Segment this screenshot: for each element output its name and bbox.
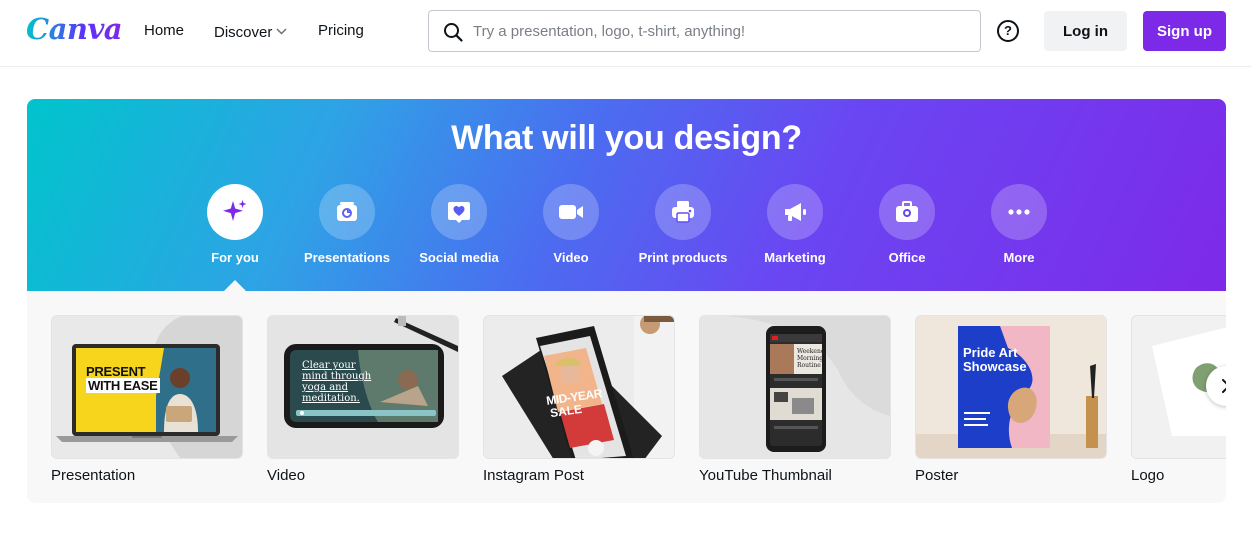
category-icon-circle bbox=[207, 184, 263, 240]
nav-pricing[interactable]: Pricing bbox=[318, 22, 364, 39]
design-card-poster[interactable]: Pride Art Showcase Poster bbox=[915, 315, 1107, 484]
briefcase-icon bbox=[896, 201, 918, 222]
design-card-label: Presentation bbox=[51, 467, 136, 484]
chevron-down-icon bbox=[276, 22, 287, 39]
design-card-label: Logo bbox=[1131, 467, 1165, 484]
category-video[interactable]: Video bbox=[515, 184, 627, 265]
design-card-video[interactable]: Clear your mind through yoga and meditat… bbox=[267, 315, 459, 484]
design-card-label: Poster bbox=[915, 467, 959, 484]
category-label: Presentations bbox=[304, 250, 390, 265]
sparkle-icon bbox=[223, 200, 247, 221]
category-label: For you bbox=[211, 250, 259, 265]
category-icon-circle bbox=[991, 184, 1047, 240]
printer-icon bbox=[672, 201, 694, 223]
category-office[interactable]: Office bbox=[851, 184, 963, 265]
category-icon-circle bbox=[319, 184, 375, 240]
design-thumbnail: Weekend Morning Routine bbox=[699, 315, 891, 459]
category-label: Office bbox=[888, 250, 926, 265]
thumb-text: mind through bbox=[302, 371, 372, 382]
thumb-text: Showcase bbox=[963, 359, 1027, 374]
design-thumbnail: Clear your mind through yoga and meditat… bbox=[267, 315, 459, 459]
category-for-you[interactable]: For you bbox=[179, 184, 291, 265]
category-marketing[interactable]: Marketing bbox=[739, 184, 851, 265]
canva-logo[interactable]: Canva bbox=[26, 12, 123, 46]
search-icon bbox=[444, 23, 463, 42]
thumb-text: Clear your bbox=[302, 360, 356, 371]
heart-chat-icon bbox=[448, 202, 470, 223]
category-social-media[interactable]: Social media bbox=[403, 184, 515, 265]
design-card-instagram-post[interactable]: MID-YEAR SALE Instagram Post bbox=[483, 315, 675, 484]
nav-home[interactable]: Home bbox=[144, 22, 184, 39]
hero-banner: What will you design? For you Presentati… bbox=[27, 99, 1226, 291]
nav-discover-label: Discover bbox=[214, 24, 273, 41]
thumb-text: WITH EASE bbox=[86, 378, 160, 393]
category-label: Social media bbox=[419, 250, 499, 265]
thumb-text: yoga and bbox=[302, 382, 349, 393]
video-camera-icon bbox=[559, 205, 583, 219]
category-icon-circle bbox=[655, 184, 711, 240]
category-print-products[interactable]: Print products bbox=[627, 184, 739, 265]
login-button[interactable]: Log in bbox=[1044, 11, 1127, 51]
design-type-carousel: PRESENT WITH EASE Presentation Clear you… bbox=[27, 291, 1226, 503]
category-label: More bbox=[1003, 250, 1035, 265]
design-thumbnail: PRESENT WITH EASE bbox=[51, 315, 243, 459]
megaphone-icon bbox=[785, 203, 806, 221]
chevron-right-icon bbox=[1222, 379, 1226, 393]
design-thumbnail: Pride Art Showcase bbox=[915, 315, 1107, 459]
hero-title: What will you design? bbox=[451, 119, 802, 157]
more-dots-icon bbox=[1008, 209, 1030, 215]
category-more[interactable]: More bbox=[963, 184, 1075, 265]
category-label: Video bbox=[553, 250, 589, 265]
category-icon-circle bbox=[767, 184, 823, 240]
active-category-indicator bbox=[224, 280, 246, 291]
thumb-text: Routine bbox=[797, 362, 821, 369]
thumb-text: meditation. bbox=[302, 393, 360, 404]
category-icon-circle bbox=[431, 184, 487, 240]
thumb-text: Weekend bbox=[797, 348, 825, 355]
design-card-label: YouTube Thumbnail bbox=[699, 467, 832, 484]
help-icon[interactable]: ? bbox=[997, 20, 1019, 42]
signup-button[interactable]: Sign up bbox=[1143, 11, 1226, 51]
category-icon-circle bbox=[879, 184, 935, 240]
category-icon-circle bbox=[543, 184, 599, 240]
design-card-youtube-thumbnail[interactable]: Weekend Morning Routine YouTube Thumbnai… bbox=[699, 315, 891, 484]
search-input[interactable] bbox=[473, 19, 973, 43]
presentation-icon bbox=[337, 202, 357, 221]
category-presentations[interactable]: Presentations bbox=[291, 184, 403, 265]
thumb-text: PRESENT bbox=[86, 364, 146, 379]
category-label: Marketing bbox=[764, 250, 826, 265]
design-card-label: Instagram Post bbox=[483, 467, 584, 484]
top-header: Canva Home Discover Pricing ? Log in Sig… bbox=[0, 0, 1251, 67]
nav-discover[interactable]: Discover bbox=[214, 22, 287, 41]
design-card-presentation[interactable]: PRESENT WITH EASE Presentation bbox=[51, 315, 243, 484]
design-thumbnail: MID-YEAR SALE bbox=[483, 315, 675, 459]
category-label: Print products bbox=[638, 250, 728, 265]
search-bar[interactable] bbox=[428, 10, 981, 52]
design-card-label: Video bbox=[267, 467, 306, 484]
thumb-text: Morning bbox=[797, 355, 824, 362]
thumb-text: Pride Art bbox=[963, 345, 1018, 360]
